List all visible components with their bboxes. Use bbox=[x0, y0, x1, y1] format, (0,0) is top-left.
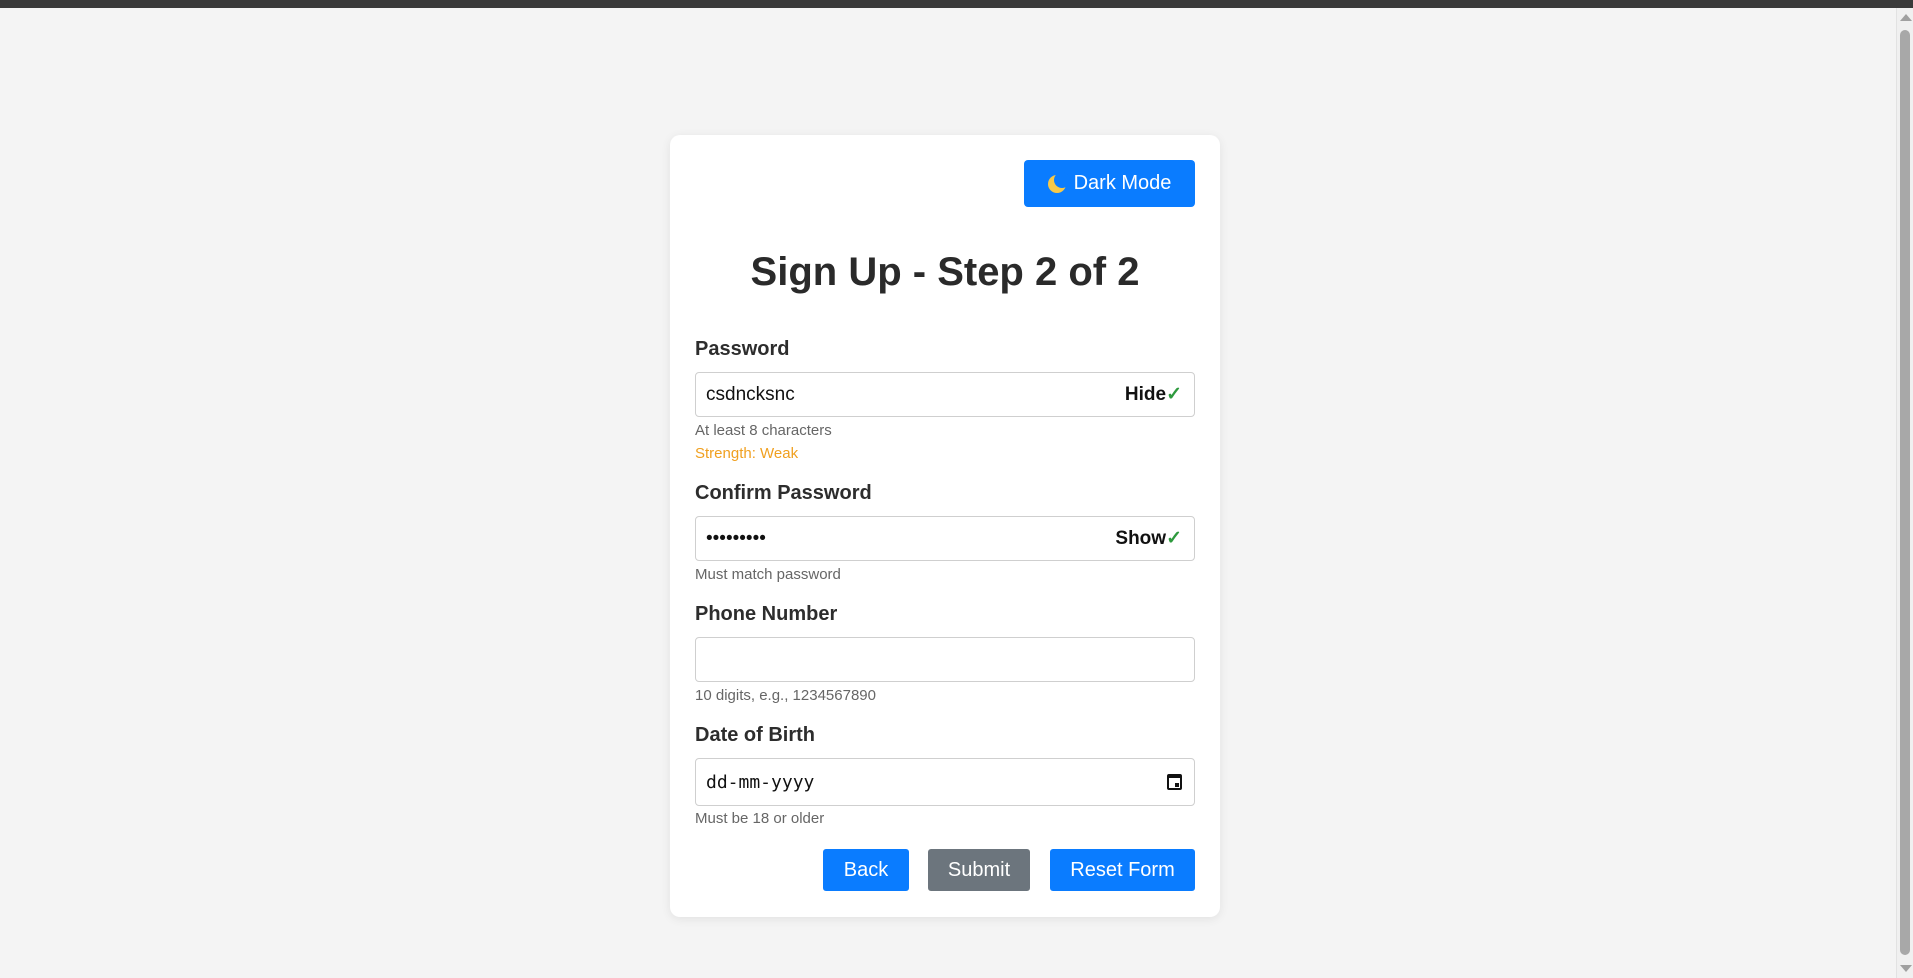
reset-form-button[interactable]: Reset Form bbox=[1050, 849, 1195, 891]
moon-icon bbox=[1047, 171, 1070, 193]
dark-mode-label: Dark Mode bbox=[1073, 172, 1172, 194]
signup-card: Dark Mode Sign Up - Step 2 of 2 Password… bbox=[670, 135, 1220, 917]
page-viewport: Dark Mode Sign Up - Step 2 of 2 Password… bbox=[0, 8, 1896, 978]
page-title: Sign Up - Step 2 of 2 bbox=[750, 250, 1140, 294]
dob-placeholder[interactable]: dd-mm-yyyy bbox=[706, 772, 1167, 793]
scroll-down-icon[interactable] bbox=[1900, 965, 1912, 972]
confirm-password-field[interactable]: ••••••••• Show ✓ bbox=[695, 516, 1195, 561]
password-hint: At least 8 characters bbox=[695, 422, 832, 439]
phone-label: Phone Number bbox=[695, 603, 838, 625]
dob-field[interactable]: dd-mm-yyyy bbox=[695, 758, 1195, 806]
vertical-scrollbar[interactable] bbox=[1896, 8, 1913, 978]
password-valid-check-icon: ✓ bbox=[1166, 384, 1182, 405]
phone-hint: 10 digits, e.g., 1234567890 bbox=[695, 687, 876, 704]
scroll-thumb[interactable] bbox=[1900, 30, 1910, 955]
submit-button[interactable]: Submit bbox=[928, 849, 1030, 891]
confirm-password-value[interactable]: ••••••••• bbox=[706, 528, 1115, 550]
phone-field[interactable] bbox=[695, 637, 1195, 682]
password-label: Password bbox=[695, 338, 790, 360]
password-visibility-toggle[interactable]: Hide bbox=[1125, 384, 1166, 406]
dob-label: Date of Birth bbox=[695, 724, 815, 746]
password-field[interactable]: csdncksnc Hide ✓ bbox=[695, 372, 1195, 417]
confirm-password-visibility-toggle[interactable]: Show bbox=[1115, 528, 1166, 550]
confirm-password-valid-check-icon: ✓ bbox=[1166, 528, 1182, 549]
confirm-password-label: Confirm Password bbox=[695, 482, 872, 504]
window-top-bar bbox=[0, 0, 1913, 8]
dob-hint: Must be 18 or older bbox=[695, 810, 825, 827]
scroll-up-icon[interactable] bbox=[1900, 14, 1912, 21]
confirm-password-hint: Must match password bbox=[695, 566, 841, 583]
calendar-icon[interactable] bbox=[1167, 774, 1182, 790]
back-button[interactable]: Back bbox=[823, 849, 909, 891]
dark-mode-button[interactable]: Dark Mode bbox=[1024, 160, 1195, 207]
password-value[interactable]: csdncksnc bbox=[706, 384, 1125, 406]
password-strength: Strength: Weak bbox=[695, 445, 799, 462]
